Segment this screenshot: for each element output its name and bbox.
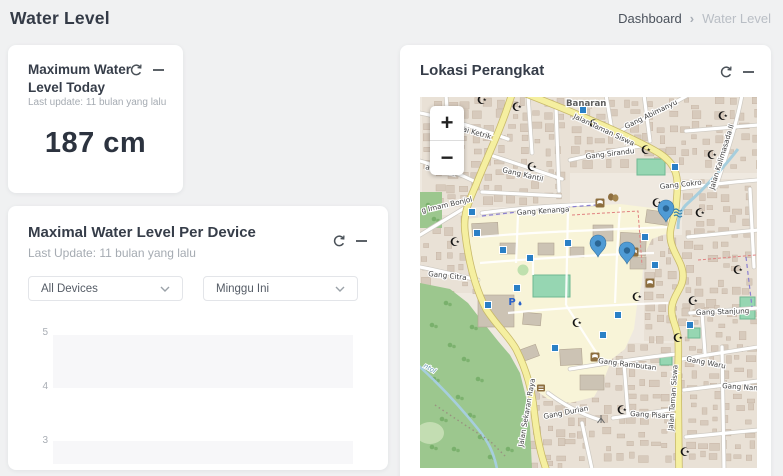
device-filter-select[interactable]: All Devices [28, 276, 183, 301]
card-title: Maximal Water Level Per Device [28, 224, 256, 241]
device-marker-square[interactable] [469, 209, 476, 216]
device-marker-square[interactable] [552, 345, 559, 352]
sports-pitch [533, 275, 570, 297]
page-title: Water Level [10, 8, 110, 29]
y-axis-tick: 4 [34, 381, 48, 392]
card-lokasi-perangkat: Lokasi Perangkat + − P☪☪☪☪☪☪☪☪☪☪☪☪☪☪☪☪☪B… [400, 45, 771, 476]
device-marker-square[interactable] [580, 107, 587, 114]
sports-pitch [688, 328, 700, 338]
parking-icon: P [508, 297, 515, 308]
refresh-icon[interactable] [719, 65, 733, 79]
mosque-icon: ☪ [572, 316, 583, 330]
card-max-water-level-per-device: Maximal Water Level Per Device Last Upda… [8, 206, 388, 470]
device-location-map[interactable]: + − P☪☪☪☪☪☪☪☪☪☪☪☪☪☪☪☪☪BanaranJalan Nyai … [420, 97, 757, 468]
refresh-icon[interactable] [332, 234, 346, 248]
water-level-dashboard: Water Level Dashboard › Water Level Maxi… [0, 0, 783, 476]
device-marker-square[interactable] [652, 262, 659, 269]
mosque-icon: ☪ [733, 263, 744, 277]
mosque-icon: ☪ [450, 235, 461, 249]
device-marker-square[interactable] [500, 247, 507, 254]
device-marker-square[interactable] [672, 164, 679, 171]
breadcrumb-current: Water Level [702, 11, 771, 26]
mosque-icon: ☪ [688, 294, 699, 308]
device-marker-square[interactable] [485, 302, 492, 309]
device-marker-square[interactable] [687, 322, 694, 329]
device-filter-value: All Devices [41, 283, 98, 295]
mosque-icon: ☪ [680, 445, 691, 459]
map-zoom-control: + − [430, 106, 464, 175]
zoom-in-button[interactable]: + [430, 106, 464, 140]
device-marker-square[interactable] [514, 285, 521, 292]
device-marker-square[interactable] [642, 234, 649, 241]
street-label: Gang Stanjung [696, 306, 750, 317]
card-max-water-level-today: Maximum Water Level Today Last update: 1… [8, 45, 183, 193]
max-water-level-value: 187 cm [8, 127, 183, 160]
device-marker-square[interactable] [527, 255, 534, 262]
zoom-out-button[interactable]: − [430, 140, 464, 175]
chart-row-band [53, 335, 353, 388]
collapse-icon[interactable] [152, 63, 165, 77]
mosque-icon: ☪ [477, 97, 488, 107]
device-marker-square[interactable] [474, 230, 481, 237]
mosque-icon: ☪ [673, 331, 684, 345]
mosque-icon: ☪ [512, 100, 523, 114]
sports-pitch [637, 159, 665, 175]
card-title: Lokasi Perangkat [420, 62, 544, 79]
collapse-icon[interactable] [355, 234, 368, 248]
map-canvas[interactable]: P☪☪☪☪☪☪☪☪☪☪☪☪☪☪☪☪☪BanaranJalan Nyai Ketr… [420, 97, 757, 468]
device-marker-square[interactable] [615, 312, 622, 319]
refresh-icon[interactable] [129, 63, 143, 77]
last-update-text: Last Update: 11 bulan yang lalu [28, 246, 196, 260]
page-header: Water Level Dashboard › Water Level [10, 4, 771, 32]
device-marker-square[interactable] [600, 332, 607, 339]
breadcrumb: Dashboard › Water Level [618, 11, 771, 26]
collapse-icon[interactable] [742, 65, 755, 79]
mosque-icon: ☪ [632, 290, 643, 304]
mosque-icon: ☪ [641, 143, 652, 157]
last-update-text: Last update: 11 bulan yang lalu [28, 97, 178, 108]
y-axis-tick: 3 [34, 435, 48, 446]
mosque-icon: ☪ [695, 206, 706, 220]
card-title: Maximum Water Level Today [28, 61, 140, 96]
period-filter-value: Minggu Ini [216, 283, 269, 295]
chart-row-band [53, 441, 353, 464]
mosque-icon: ☪ [617, 403, 628, 417]
atm-icon [537, 385, 545, 392]
chevron-down-icon [335, 286, 345, 292]
y-axis-tick: 5 [34, 327, 48, 338]
mosque-icon: ☪ [718, 109, 729, 123]
breadcrumb-dashboard-link[interactable]: Dashboard [618, 11, 682, 26]
period-filter-select[interactable]: Minggu Ini [203, 276, 358, 301]
chevron-down-icon [160, 286, 170, 292]
device-marker-square[interactable] [565, 240, 572, 247]
breadcrumb-separator-icon: › [690, 11, 694, 26]
